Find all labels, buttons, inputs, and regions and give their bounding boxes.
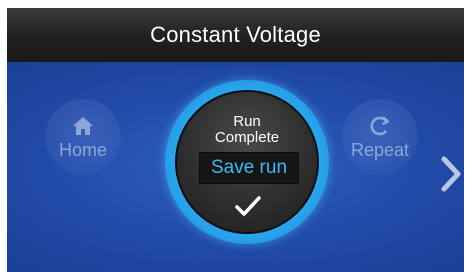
title-bar: Constant Voltage bbox=[7, 8, 464, 62]
repeat-label: Repeat bbox=[350, 139, 410, 160]
chevron-right-icon[interactable] bbox=[440, 156, 462, 192]
save-run-label: Save run bbox=[210, 157, 288, 178]
repeat-button[interactable]: Repeat bbox=[342, 99, 418, 175]
main-panel: Home Run Complete Save run Repeat bbox=[7, 62, 464, 272]
run-status-dial: Run Complete Save run bbox=[165, 80, 329, 244]
status-line-1: Run bbox=[233, 113, 261, 130]
home-button[interactable]: Home bbox=[45, 99, 121, 175]
status-line-2: Complete bbox=[214, 129, 280, 146]
home-label: Home bbox=[58, 139, 107, 160]
run-status-text: Run Complete bbox=[177, 114, 317, 146]
home-icon bbox=[72, 114, 94, 138]
checkmark-icon[interactable] bbox=[233, 194, 263, 220]
run-status-disc: Run Complete Save run bbox=[175, 90, 319, 234]
refresh-icon bbox=[369, 114, 391, 138]
screen: Constant Voltage Home Run Complete Save … bbox=[7, 8, 464, 272]
save-run-button[interactable]: Save run bbox=[199, 152, 299, 184]
page-title: Constant Voltage bbox=[150, 22, 321, 47]
